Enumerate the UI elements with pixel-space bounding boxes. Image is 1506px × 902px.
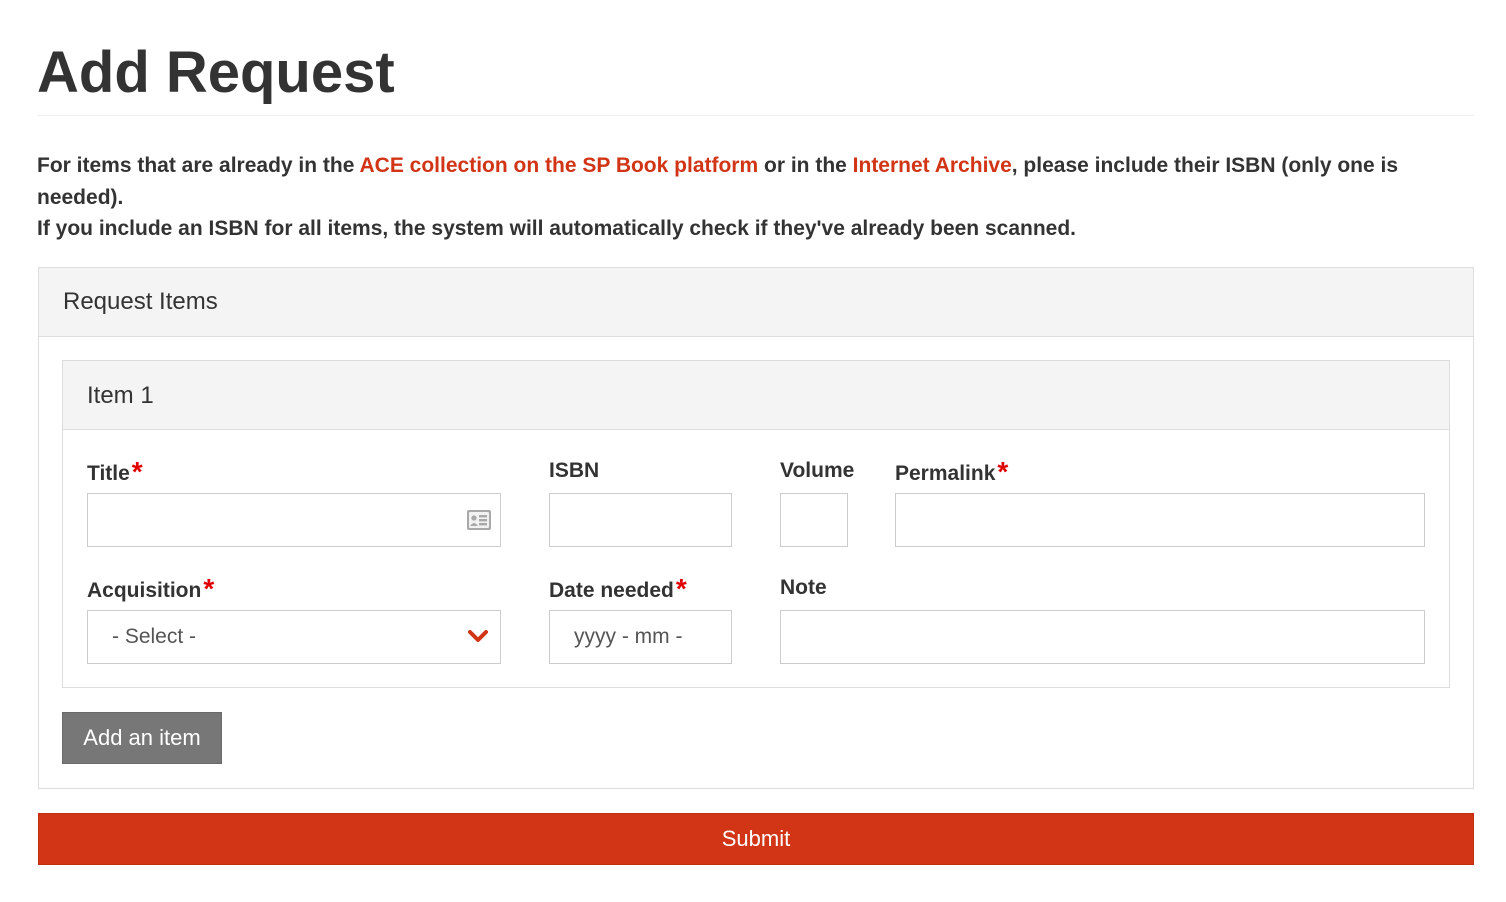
intro-line1-middle: or in the — [758, 154, 853, 177]
request-items-heading: Request Items — [39, 268, 1473, 337]
ace-collection-link[interactable]: ACE collection on the SP Book platform — [360, 154, 759, 177]
volume-label: Volume — [780, 459, 854, 483]
add-item-button[interactable]: Add an item — [62, 712, 222, 764]
required-asterisk: * — [675, 573, 687, 604]
permalink-label: Permalink* — [895, 456, 1009, 487]
contact-card-icon[interactable] — [466, 509, 492, 531]
required-asterisk: * — [997, 456, 1009, 487]
intro-text: For items that are already in the ACE co… — [37, 150, 1477, 245]
permalink-label-text: Permalink — [895, 462, 996, 485]
date-placeholder: yyyy - mm - — [574, 625, 683, 648]
date-needed-label-text: Date needed — [549, 579, 674, 602]
acquisition-selected-value: - Select - — [112, 625, 197, 648]
isbn-label: ISBN — [549, 459, 599, 483]
title-label: Title* — [87, 456, 143, 487]
title-input[interactable] — [87, 493, 501, 547]
acquisition-label-text: Acquisition — [87, 579, 202, 602]
submit-button[interactable]: Submit — [38, 813, 1474, 865]
date-needed-label: Date needed* — [549, 573, 687, 604]
volume-input[interactable] — [780, 493, 848, 547]
note-label: Note — [780, 576, 827, 600]
page-title: Add Request — [37, 40, 395, 105]
request-items-panel: Request Items Item 1 Title* ISBN Volume … — [38, 267, 1474, 789]
item-panel: Item 1 Title* ISBN Volume Permalink* Acq… — [62, 360, 1450, 688]
note-label-text: Note — [780, 576, 827, 599]
internet-archive-link[interactable]: Internet Archive — [853, 154, 1012, 177]
note-input[interactable] — [780, 610, 1425, 664]
chevron-down-icon[interactable] — [468, 630, 488, 644]
isbn-input[interactable] — [549, 493, 732, 547]
acquisition-select[interactable]: - Select - — [87, 610, 501, 664]
volume-label-text: Volume — [780, 459, 855, 482]
date-needed-input[interactable]: yyyy - mm - — [549, 610, 732, 664]
acquisition-label: Acquisition* — [87, 573, 215, 604]
isbn-label-text: ISBN — [549, 459, 600, 482]
required-asterisk: * — [203, 573, 215, 604]
permalink-input[interactable] — [895, 493, 1425, 547]
required-asterisk: * — [131, 456, 143, 487]
title-divider — [37, 115, 1474, 116]
intro-line2: If you include an ISBN for all items, th… — [37, 217, 1077, 240]
item-heading: Item 1 — [63, 361, 1449, 430]
intro-line1-prefix: For items that are already in the — [37, 154, 360, 177]
title-label-text: Title — [87, 462, 130, 485]
